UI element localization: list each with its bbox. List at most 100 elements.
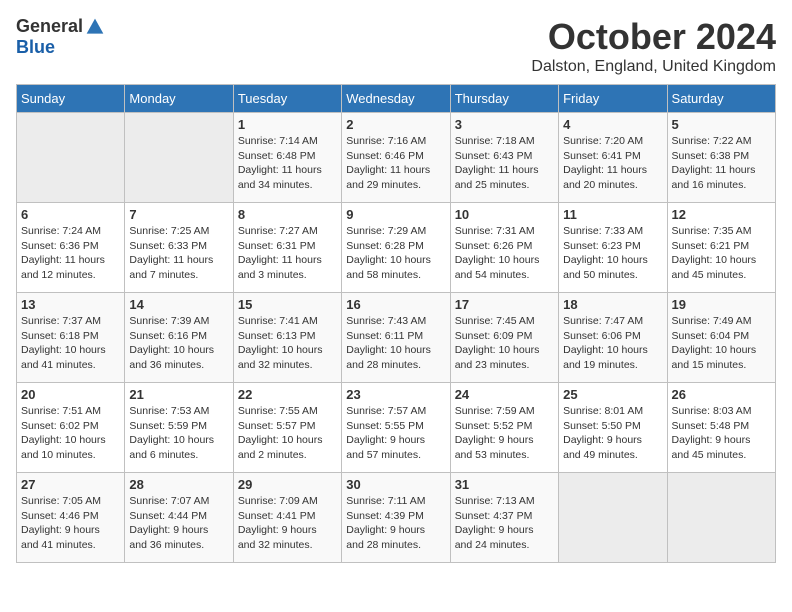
calendar-week-2: 6 Sunrise: 7:24 AM Sunset: 6:36 PM Daylig… bbox=[17, 203, 776, 293]
day-info: Sunrise: 7:24 AM Sunset: 6:36 PM Dayligh… bbox=[21, 224, 120, 283]
calendar-cell: 14 Sunrise: 7:39 AM Sunset: 6:16 PM Dayli… bbox=[125, 293, 233, 383]
day-info: Sunrise: 7:25 AM Sunset: 6:33 PM Dayligh… bbox=[129, 224, 228, 283]
day-number: 25 bbox=[563, 387, 662, 402]
day-number: 21 bbox=[129, 387, 228, 402]
calendar-table: SundayMondayTuesdayWednesdayThursdayFrid… bbox=[16, 84, 776, 563]
calendar-cell: 5 Sunrise: 7:22 AM Sunset: 6:38 PM Daylig… bbox=[667, 113, 775, 203]
location: Dalston, England, United Kingdom bbox=[531, 58, 776, 76]
day-number: 23 bbox=[346, 387, 445, 402]
calendar-week-3: 13 Sunrise: 7:37 AM Sunset: 6:18 PM Dayli… bbox=[17, 293, 776, 383]
logo-general-text: General bbox=[16, 16, 83, 37]
day-number: 16 bbox=[346, 297, 445, 312]
day-info: Sunrise: 7:49 AM Sunset: 6:04 PM Dayligh… bbox=[672, 314, 771, 373]
day-info: Sunrise: 8:01 AM Sunset: 5:50 PM Dayligh… bbox=[563, 404, 662, 463]
day-number: 4 bbox=[563, 117, 662, 132]
calendar-week-4: 20 Sunrise: 7:51 AM Sunset: 6:02 PM Dayli… bbox=[17, 383, 776, 473]
day-number: 15 bbox=[238, 297, 337, 312]
page-header: General Blue October 2024 Dalston, Engla… bbox=[16, 16, 776, 76]
calendar-cell: 21Sunrise: 7:53 AM Sunset: 5:59 PM Dayli… bbox=[125, 383, 233, 473]
calendar-cell: 1 Sunrise: 7:14 AM Sunset: 6:48 PM Daylig… bbox=[233, 113, 341, 203]
day-number: 30 bbox=[346, 477, 445, 492]
day-info: Sunrise: 7:27 AM Sunset: 6:31 PM Dayligh… bbox=[238, 224, 337, 283]
calendar-cell: 11 Sunrise: 7:33 AM Sunset: 6:23 PM Dayli… bbox=[559, 203, 667, 293]
calendar-cell: 31 Sunrise: 7:13 AM Sunset: 4:37 PM Dayli… bbox=[450, 473, 558, 563]
day-number: 27 bbox=[21, 477, 120, 492]
logo-blue-text: Blue bbox=[16, 37, 55, 58]
day-info: Sunrise: 7:22 AM Sunset: 6:38 PM Dayligh… bbox=[672, 134, 771, 193]
day-info: Sunrise: 7:18 AM Sunset: 6:43 PM Dayligh… bbox=[455, 134, 554, 193]
day-info: Sunrise: 7:14 AM Sunset: 6:48 PM Dayligh… bbox=[238, 134, 337, 193]
day-number: 10 bbox=[455, 207, 554, 222]
calendar-cell: 19 Sunrise: 7:49 AM Sunset: 6:04 PM Dayli… bbox=[667, 293, 775, 383]
column-header-wednesday: Wednesday bbox=[342, 85, 450, 113]
day-info: Sunrise: 7:51 AM Sunset: 6:02 PM Dayligh… bbox=[21, 404, 120, 463]
calendar-cell: 8 Sunrise: 7:27 AM Sunset: 6:31 PM Daylig… bbox=[233, 203, 341, 293]
day-info: Sunrise: 7:39 AM Sunset: 6:16 PM Dayligh… bbox=[129, 314, 228, 373]
day-number: 1 bbox=[238, 117, 337, 132]
day-number: 13 bbox=[21, 297, 120, 312]
day-number: 31 bbox=[455, 477, 554, 492]
calendar-cell bbox=[559, 473, 667, 563]
day-info: Sunrise: 7:16 AM Sunset: 6:46 PM Dayligh… bbox=[346, 134, 445, 193]
day-number: 8 bbox=[238, 207, 337, 222]
day-number: 28 bbox=[129, 477, 228, 492]
column-header-sunday: Sunday bbox=[17, 85, 125, 113]
day-number: 6 bbox=[21, 207, 120, 222]
column-header-saturday: Saturday bbox=[667, 85, 775, 113]
day-info: Sunrise: 7:59 AM Sunset: 5:52 PM Dayligh… bbox=[455, 404, 554, 463]
calendar-cell: 27 Sunrise: 7:05 AM Sunset: 4:46 PM Dayli… bbox=[17, 473, 125, 563]
day-info: Sunrise: 7:05 AM Sunset: 4:46 PM Dayligh… bbox=[21, 494, 120, 553]
calendar-cell: 7 Sunrise: 7:25 AM Sunset: 6:33 PM Daylig… bbox=[125, 203, 233, 293]
day-number: 5 bbox=[672, 117, 771, 132]
day-info: Sunrise: 8:03 AM Sunset: 5:48 PM Dayligh… bbox=[672, 404, 771, 463]
day-info: Sunrise: 7:47 AM Sunset: 6:06 PM Dayligh… bbox=[563, 314, 662, 373]
calendar-cell: 29Sunrise: 7:09 AM Sunset: 4:41 PM Dayli… bbox=[233, 473, 341, 563]
day-number: 26 bbox=[672, 387, 771, 402]
month-title: October 2024 bbox=[531, 16, 776, 58]
calendar-cell bbox=[125, 113, 233, 203]
day-number: 17 bbox=[455, 297, 554, 312]
calendar-week-5: 27 Sunrise: 7:05 AM Sunset: 4:46 PM Dayli… bbox=[17, 473, 776, 563]
day-number: 7 bbox=[129, 207, 228, 222]
day-number: 19 bbox=[672, 297, 771, 312]
calendar-cell: 25 Sunrise: 8:01 AM Sunset: 5:50 PM Dayli… bbox=[559, 383, 667, 473]
calendar-cell: 20 Sunrise: 7:51 AM Sunset: 6:02 PM Dayli… bbox=[17, 383, 125, 473]
column-header-monday: Monday bbox=[125, 85, 233, 113]
calendar-cell: 15Sunrise: 7:41 AM Sunset: 6:13 PM Dayli… bbox=[233, 293, 341, 383]
calendar-cell: 17 Sunrise: 7:45 AM Sunset: 6:09 PM Dayli… bbox=[450, 293, 558, 383]
calendar-cell: 18Sunrise: 7:47 AM Sunset: 6:06 PM Dayli… bbox=[559, 293, 667, 383]
calendar-cell: 10 Sunrise: 7:31 AM Sunset: 6:26 PM Dayli… bbox=[450, 203, 558, 293]
column-header-friday: Friday bbox=[559, 85, 667, 113]
day-info: Sunrise: 7:33 AM Sunset: 6:23 PM Dayligh… bbox=[563, 224, 662, 283]
calendar-week-1: 1 Sunrise: 7:14 AM Sunset: 6:48 PM Daylig… bbox=[17, 113, 776, 203]
day-number: 11 bbox=[563, 207, 662, 222]
calendar-header-row: SundayMondayTuesdayWednesdayThursdayFrid… bbox=[17, 85, 776, 113]
day-info: Sunrise: 7:07 AM Sunset: 4:44 PM Dayligh… bbox=[129, 494, 228, 553]
calendar-cell: 9Sunrise: 7:29 AM Sunset: 6:28 PM Daylig… bbox=[342, 203, 450, 293]
calendar-cell: 24Sunrise: 7:59 AM Sunset: 5:52 PM Dayli… bbox=[450, 383, 558, 473]
day-info: Sunrise: 7:55 AM Sunset: 5:57 PM Dayligh… bbox=[238, 404, 337, 463]
calendar-cell bbox=[17, 113, 125, 203]
day-info: Sunrise: 7:57 AM Sunset: 5:55 PM Dayligh… bbox=[346, 404, 445, 463]
calendar-cell: 13 Sunrise: 7:37 AM Sunset: 6:18 PM Dayli… bbox=[17, 293, 125, 383]
calendar-cell: 23 Sunrise: 7:57 AM Sunset: 5:55 PM Dayli… bbox=[342, 383, 450, 473]
day-info: Sunrise: 7:11 AM Sunset: 4:39 PM Dayligh… bbox=[346, 494, 445, 553]
day-info: Sunrise: 7:37 AM Sunset: 6:18 PM Dayligh… bbox=[21, 314, 120, 373]
calendar-cell: 30 Sunrise: 7:11 AM Sunset: 4:39 PM Dayli… bbox=[342, 473, 450, 563]
calendar-cell: 4 Sunrise: 7:20 AM Sunset: 6:41 PM Daylig… bbox=[559, 113, 667, 203]
day-info: Sunrise: 7:45 AM Sunset: 6:09 PM Dayligh… bbox=[455, 314, 554, 373]
day-info: Sunrise: 7:20 AM Sunset: 6:41 PM Dayligh… bbox=[563, 134, 662, 193]
day-number: 2 bbox=[346, 117, 445, 132]
day-info: Sunrise: 7:31 AM Sunset: 6:26 PM Dayligh… bbox=[455, 224, 554, 283]
day-number: 12 bbox=[672, 207, 771, 222]
day-number: 3 bbox=[455, 117, 554, 132]
day-info: Sunrise: 7:35 AM Sunset: 6:21 PM Dayligh… bbox=[672, 224, 771, 283]
day-number: 20 bbox=[21, 387, 120, 402]
calendar-cell: 6 Sunrise: 7:24 AM Sunset: 6:36 PM Daylig… bbox=[17, 203, 125, 293]
logo-icon bbox=[85, 17, 105, 37]
logo: General Blue bbox=[16, 16, 105, 58]
calendar-cell bbox=[667, 473, 775, 563]
day-info: Sunrise: 7:13 AM Sunset: 4:37 PM Dayligh… bbox=[455, 494, 554, 553]
calendar-cell: 26 Sunrise: 8:03 AM Sunset: 5:48 PM Dayli… bbox=[667, 383, 775, 473]
day-number: 14 bbox=[129, 297, 228, 312]
